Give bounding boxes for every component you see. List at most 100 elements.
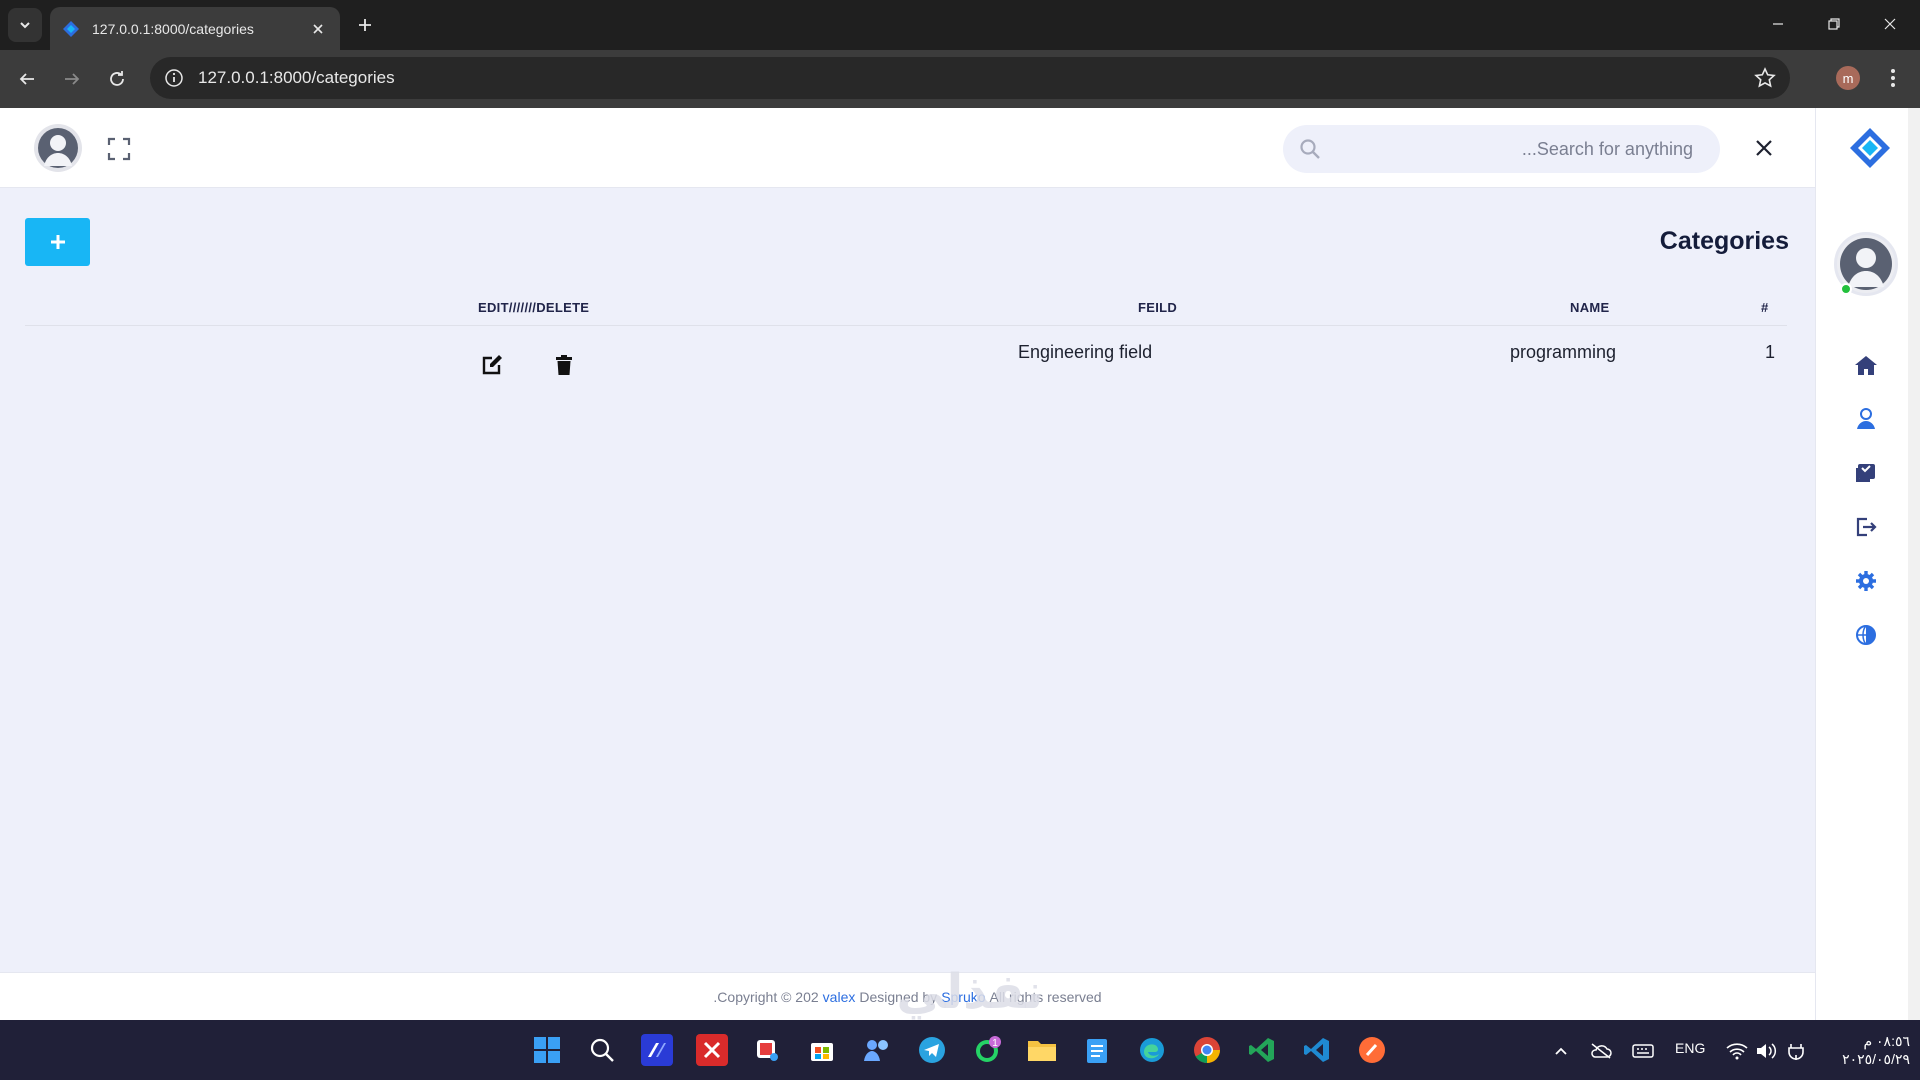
tab-close-icon[interactable] — [308, 19, 328, 39]
home-icon — [1855, 356, 1877, 375]
cloud-off-icon — [1591, 1043, 1612, 1059]
cell-name: programming — [1510, 342, 1617, 362]
sidebar-item-home[interactable] — [1853, 352, 1879, 378]
sidebar-item-profile[interactable] — [1853, 406, 1879, 432]
plus-icon — [359, 19, 371, 31]
system-clock[interactable]: ٠٨:٥٦ م ٢٠٢٥/٠٥/٢٩ — [1820, 1032, 1910, 1068]
taskbar-app-chrome[interactable] — [1191, 1034, 1223, 1066]
restore-button[interactable] — [1806, 0, 1862, 48]
brand-link[interactable]: valex — [823, 989, 856, 1005]
start-button[interactable] — [531, 1034, 563, 1066]
address-url: 127.0.0.1:8000/categories — [198, 68, 395, 87]
taskbar-app-vscode[interactable] — [1301, 1034, 1333, 1066]
volume-icon — [1757, 1043, 1777, 1059]
sidebar-item-tasks[interactable] — [1853, 460, 1879, 486]
taskbar-app-excel-like[interactable] — [1246, 1034, 1278, 1066]
bookmark-star-icon[interactable] — [1754, 67, 1776, 89]
windows-taskbar: 1 ENG ٠٨:٥٦ م ٢٠٢٥/٠٥/٢٩ — [0, 1020, 1920, 1080]
language-indicator[interactable]: ENG — [1675, 1040, 1705, 1056]
sidebar-item-language[interactable] — [1853, 622, 1879, 648]
browser-tab-active[interactable]: 127.0.0.1:8000/categories — [50, 7, 340, 50]
tray-cloud[interactable] — [1590, 1040, 1612, 1062]
taskbar-app-snipping[interactable] — [751, 1034, 783, 1066]
taskbar-app-pdf[interactable] — [696, 1034, 728, 1066]
app-footer: .Copyright © 202 valex Designed by Spruk… — [0, 972, 1815, 1020]
tray-keyboard[interactable] — [1632, 1040, 1654, 1062]
back-button[interactable] — [10, 62, 44, 96]
taskbar-app-people[interactable] — [861, 1034, 893, 1066]
notepad-icon — [1087, 1039, 1107, 1063]
site-info-icon[interactable] — [164, 68, 184, 88]
minimize-button[interactable] — [1750, 0, 1806, 48]
browser-tabstrip: 127.0.0.1:8000/categories — [0, 0, 1920, 50]
online-status-indicator — [1840, 283, 1852, 295]
app-header — [0, 108, 1815, 188]
header-user-avatar[interactable] — [34, 124, 82, 172]
pdf-app-icon — [703, 1041, 721, 1059]
tray-overflow-button[interactable] — [1550, 1040, 1572, 1062]
store-icon — [811, 1043, 833, 1061]
tray-wifi[interactable] — [1726, 1040, 1748, 1062]
cell-field: Engineering field — [1018, 342, 1153, 362]
clock-date: ٢٠٢٥/٠٥/٢٩ — [1842, 1051, 1910, 1067]
logout-icon — [1856, 517, 1877, 537]
more-vertical-icon — [1891, 69, 1895, 87]
page-scrollbar[interactable] — [1908, 108, 1920, 1020]
taskbar-app-editor[interactable] — [641, 1034, 673, 1066]
search-box — [1283, 125, 1720, 173]
folder-icon — [1028, 1041, 1056, 1061]
taskbar-app-telegram[interactable] — [916, 1034, 948, 1066]
minimize-icon — [1773, 23, 1783, 25]
fullscreen-icon[interactable] — [106, 136, 132, 162]
taskbar-search-button[interactable] — [586, 1034, 618, 1066]
battery-charging-icon — [1788, 1044, 1804, 1060]
forward-button[interactable] — [55, 62, 89, 96]
new-tab-button[interactable] — [352, 12, 378, 38]
user-icon — [1857, 408, 1875, 429]
window-close-button[interactable] — [1862, 0, 1918, 48]
sidebar-item-settings[interactable] — [1853, 568, 1879, 594]
browser-menu-button[interactable] — [1880, 64, 1906, 92]
sidebar-item-logout[interactable] — [1853, 514, 1879, 540]
taskbar-app-postman[interactable] — [1356, 1034, 1388, 1066]
delete-button[interactable] — [551, 352, 577, 378]
telegram-icon — [919, 1037, 945, 1063]
tab-title: 127.0.0.1:8000/categories — [92, 20, 254, 37]
column-name: NAME — [1570, 300, 1610, 315]
wifi-icon — [1726, 1043, 1748, 1060]
chrome-icon — [1194, 1037, 1220, 1064]
edge-icon — [1140, 1038, 1164, 1062]
tray-battery[interactable] — [1785, 1040, 1807, 1062]
notification-badge: 1 — [992, 1038, 998, 1049]
tray-volume[interactable] — [1755, 1040, 1777, 1062]
taskbar-app-store[interactable] — [806, 1034, 838, 1066]
arrow-right-icon — [65, 73, 80, 85]
categories-table-header: EDIT///////DELETE FEILD NAME # — [25, 296, 1787, 326]
postman-icon — [1359, 1037, 1385, 1063]
chevron-down-icon — [20, 22, 30, 29]
table-row: Engineering field programming 1 — [25, 326, 1787, 386]
app-logo-icon[interactable] — [1848, 126, 1892, 170]
address-bar[interactable]: 127.0.0.1:8000/categories — [150, 57, 1790, 99]
taskbar-app-notepad[interactable] — [1081, 1034, 1113, 1066]
close-icon — [1884, 18, 1896, 30]
reload-button[interactable] — [100, 62, 134, 96]
reload-icon — [110, 71, 124, 86]
edit-button[interactable] — [479, 352, 505, 378]
taskbar-app-whatsapp[interactable]: 1 — [971, 1034, 1003, 1066]
taskbar-app-explorer[interactable] — [1026, 1034, 1058, 1066]
page-title: Categories — [1659, 227, 1789, 255]
column-field: FEILD — [1138, 300, 1178, 315]
vscode-green-icon — [1249, 1038, 1274, 1062]
company-link[interactable]: Spruko — [941, 989, 985, 1005]
arrow-left-icon — [19, 73, 34, 85]
add-category-button[interactable] — [25, 218, 90, 266]
language-icon — [1856, 625, 1876, 645]
taskbar-app-edge[interactable] — [1136, 1034, 1168, 1066]
close-icon[interactable] — [1752, 136, 1776, 160]
search-icon[interactable] — [1299, 138, 1321, 160]
right-sidebar — [1815, 108, 1920, 1020]
profile-avatar[interactable]: m — [1836, 66, 1860, 90]
tab-search-button[interactable] — [8, 8, 42, 42]
search-input[interactable] — [1333, 125, 1693, 173]
